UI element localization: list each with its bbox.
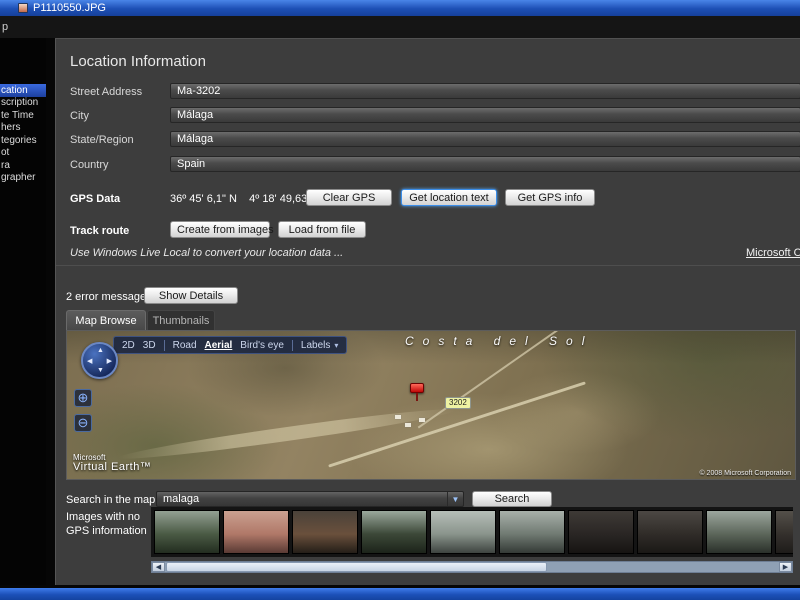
- thumbnail-image[interactable]: [706, 510, 772, 554]
- scroll-right-icon[interactable]: ▶: [779, 562, 792, 572]
- virtual-earth-logo: Microsoft Virtual Earth™: [73, 454, 151, 474]
- thumbnail-image[interactable]: [361, 510, 427, 554]
- map-region-label: Costa del Sol: [405, 334, 593, 348]
- scroll-left-icon[interactable]: ◀: [152, 562, 165, 572]
- combo-dropdown-icon[interactable]: ▼: [447, 492, 463, 506]
- street-address-input[interactable]: [170, 83, 800, 99]
- toolbar-separator: [292, 340, 293, 351]
- pan-up-icon[interactable]: ▲: [97, 347, 104, 354]
- get-location-text-button[interactable]: Get location text: [401, 189, 497, 206]
- city-label: City: [70, 110, 89, 122]
- scrollbar-track[interactable]: [165, 562, 779, 572]
- map-pan-control[interactable]: ▲ ▼ ◀ ▶: [81, 342, 118, 379]
- country-label: Country: [70, 159, 109, 171]
- microsoft-link[interactable]: Microsoft On: [746, 247, 800, 259]
- sidebar-item[interactable]: tegories: [0, 134, 46, 147]
- title-bar[interactable]: P1110550.JPG: [0, 0, 800, 16]
- error-message: 2 error messages.: [66, 291, 155, 303]
- sidebar-item[interactable]: scription: [0, 97, 46, 110]
- thumbnail-image[interactable]: [775, 510, 793, 554]
- chevron-down-icon: ▾: [334, 341, 338, 350]
- zoom-out-button[interactable]: ⊖: [74, 414, 92, 432]
- thumbnail-image[interactable]: [154, 510, 220, 554]
- menu-item[interactable]: p: [2, 21, 8, 33]
- map-view-bird-s-eye[interactable]: Bird's eye: [240, 340, 284, 351]
- thumbnail-image[interactable]: [292, 510, 358, 554]
- map-view-2d[interactable]: 2D: [122, 340, 135, 351]
- map-view-3d[interactable]: 3D: [143, 340, 156, 351]
- no-gps-label: Images with no GPS information: [66, 510, 152, 538]
- road-number-label: 3202: [445, 397, 471, 409]
- load-from-file-button[interactable]: Load from file: [278, 221, 366, 238]
- gps-coordinates: 36º 45' 6,1" N 4º 18' 49,63" W: [170, 193, 325, 205]
- tab-map-browse[interactable]: Map Browse: [66, 310, 146, 330]
- map-building: [419, 418, 425, 422]
- map-pushpin[interactable]: [410, 383, 424, 393]
- sidebar-item[interactable]: hers: [0, 122, 46, 135]
- city-input[interactable]: [170, 107, 800, 123]
- map-view-labels[interactable]: Labels: [301, 340, 330, 351]
- map-pushpin-stem: [416, 393, 418, 401]
- clear-gps-button[interactable]: Clear GPS: [306, 189, 392, 206]
- taskbar[interactable]: [0, 588, 800, 600]
- state-region-input[interactable]: [170, 131, 800, 147]
- thumbnail-image[interactable]: [499, 510, 565, 554]
- sidebar-item[interactable]: grapher: [0, 172, 46, 185]
- map-view-aerial[interactable]: Aerial: [205, 340, 233, 351]
- track-route-label: Track route: [70, 225, 129, 237]
- menu-bar: p: [0, 16, 800, 38]
- map-copyright: © 2008 Microsoft Corporation: [699, 470, 791, 477]
- sidebar-item[interactable]: cation: [0, 84, 46, 97]
- street-address-label: Street Address: [70, 86, 142, 98]
- map-toolbar: 2D 3D Road Aerial Bird's eye Labels ▾: [113, 336, 347, 354]
- map-view-road[interactable]: Road: [173, 340, 197, 351]
- thumbnail-scrollbar[interactable]: ◀ ▶: [151, 561, 793, 573]
- tab-thumbnails[interactable]: Thumbnails: [147, 310, 215, 330]
- thumbnail-image[interactable]: [637, 510, 703, 554]
- get-gps-info-button[interactable]: Get GPS info: [505, 189, 595, 206]
- create-from-images-button[interactable]: Create from images: [170, 221, 270, 238]
- location-panel: Location Information Street Address City…: [55, 38, 800, 585]
- country-input[interactable]: [170, 156, 800, 172]
- map-building: [395, 415, 401, 419]
- pan-down-icon[interactable]: ▼: [97, 367, 104, 374]
- pan-left-icon[interactable]: ◀: [87, 358, 92, 365]
- tab-thumbnails-label: Thumbnails: [153, 315, 210, 327]
- sidebar-item[interactable]: ra: [0, 159, 46, 172]
- thumbnail-image[interactable]: [430, 510, 496, 554]
- window-title: P1110550.JPG: [33, 2, 106, 14]
- map-search-input[interactable]: [157, 492, 447, 506]
- section-divider: [56, 265, 800, 266]
- gps-data-label: GPS Data: [70, 193, 120, 205]
- sidebar-nav: cationscriptionte Timeherstegoriesotragr…: [0, 38, 46, 585]
- scrollbar-thumb[interactable]: [166, 562, 547, 572]
- sidebar-item[interactable]: te Time: [0, 109, 46, 122]
- map-view[interactable]: Costa del Sol 2D 3D Road Aerial Bird's eye La…: [66, 330, 796, 480]
- page-title: Location Information: [70, 53, 206, 70]
- zoom-in-button[interactable]: ⊕: [74, 389, 92, 407]
- app-icon: [18, 3, 28, 13]
- pan-right-icon[interactable]: ▶: [107, 358, 112, 365]
- map-riverbed: [118, 403, 457, 464]
- toolbar-separator: [164, 340, 165, 351]
- search-map-label: Search in the map: [66, 494, 155, 506]
- windows-live-hint: Use Windows Live Local to convert your l…: [70, 247, 343, 259]
- application-window: P1110550.JPG p cationscriptionte Timeher…: [0, 0, 800, 600]
- tab-map-browse-label: Map Browse: [75, 315, 136, 327]
- thumbnail-strip: [151, 507, 793, 557]
- map-building: [405, 423, 411, 427]
- state-region-label: State/Region: [70, 134, 134, 146]
- search-button[interactable]: Search: [472, 491, 552, 507]
- sidebar-item[interactable]: ot: [0, 147, 46, 160]
- thumbnail-image[interactable]: [568, 510, 634, 554]
- map-search-combo: ▼: [156, 491, 464, 507]
- thumbnail-image[interactable]: [223, 510, 289, 554]
- logo-virtual-earth: Virtual Earth™: [73, 462, 151, 474]
- show-details-button[interactable]: Show Details: [144, 287, 238, 304]
